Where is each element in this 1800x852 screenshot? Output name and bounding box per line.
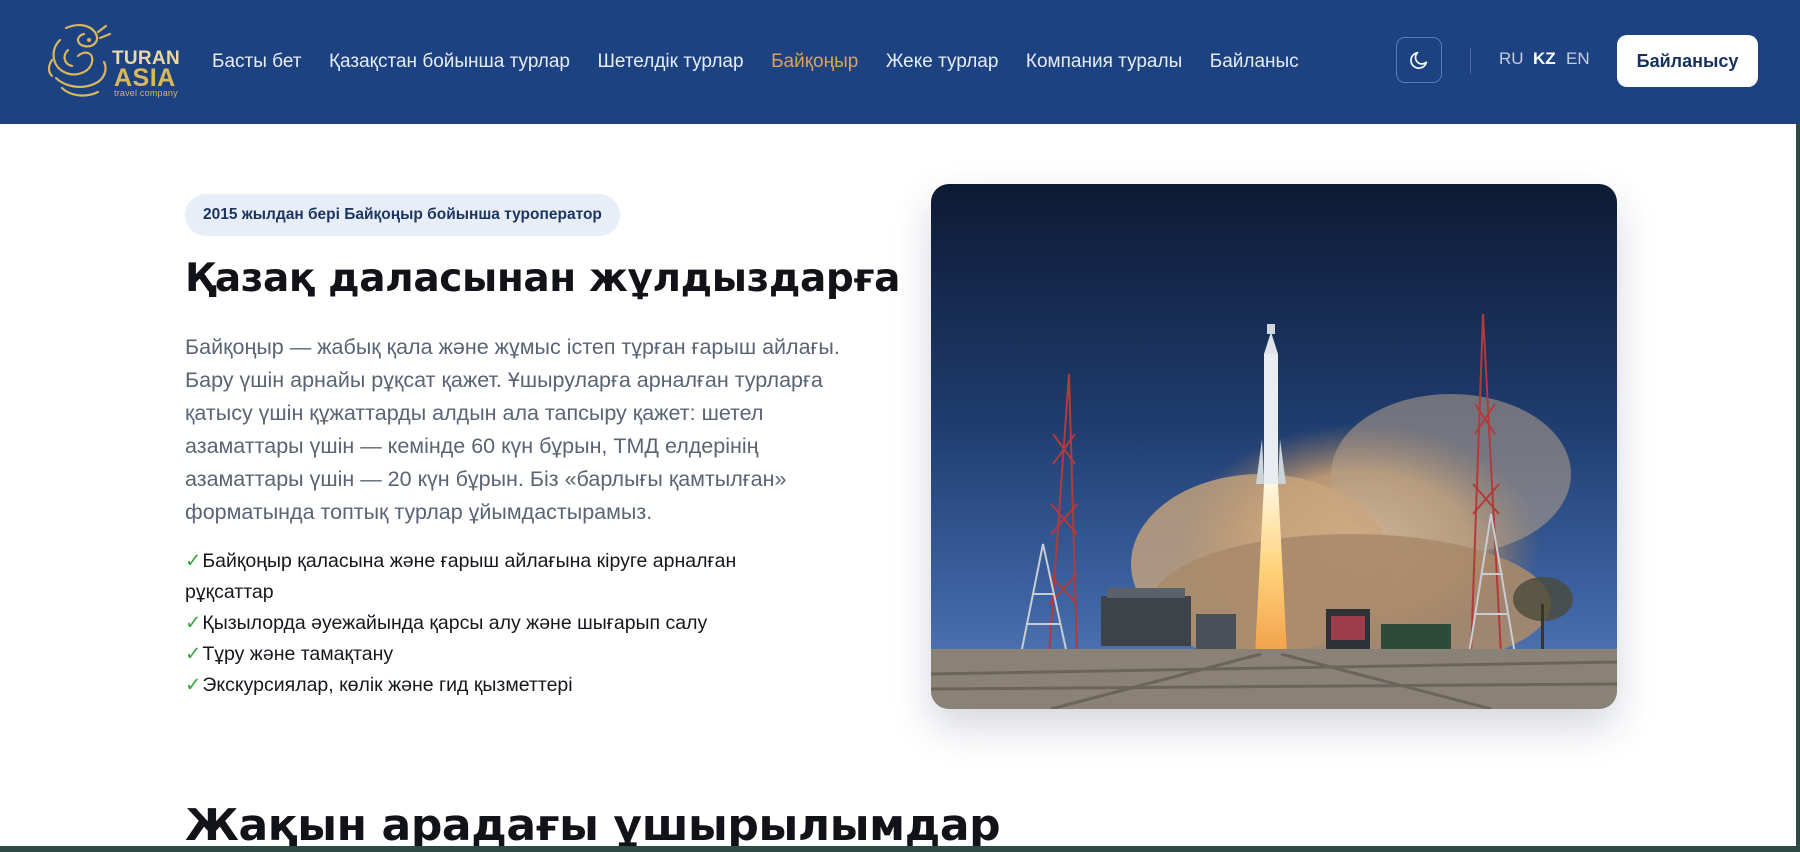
feature-text: Экскурсиялар, көлік және гид қызметтері bbox=[202, 674, 573, 696]
page: TURAN ASIA travel company Басты бет Қаза… bbox=[0, 0, 1800, 852]
theme-toggle-button[interactable] bbox=[1396, 37, 1442, 83]
lang-ru[interactable]: RU bbox=[1499, 49, 1524, 69]
logo[interactable]: TURAN ASIA travel company bbox=[46, 20, 180, 102]
list-item: ✓Қызылорда әуежайында қарсы алу және шығ… bbox=[185, 608, 825, 639]
nav-divider bbox=[1470, 48, 1471, 74]
list-item: ✓Тұру және тамақтану bbox=[185, 639, 825, 670]
feature-text: Тұру және тамақтану bbox=[202, 643, 394, 665]
contact-cta-button[interactable]: Байланысу bbox=[1617, 35, 1758, 87]
lang-kz[interactable]: KZ bbox=[1533, 49, 1556, 69]
window-edge bbox=[0, 846, 1800, 852]
check-icon: ✓ bbox=[185, 550, 202, 572]
feature-text: Қызылорда әуежайында қарсы алу және шыға… bbox=[202, 612, 708, 634]
check-icon: ✓ bbox=[185, 643, 202, 665]
section-title-launches: Жақын арадағы ұшырылымдар bbox=[185, 800, 1001, 851]
lang-en[interactable]: EN bbox=[1566, 49, 1590, 69]
hero-description: Байқоңыр — жабық қала және жұмыс істеп т… bbox=[185, 335, 840, 524]
nav-item-baikonur[interactable]: Байқоңыр bbox=[771, 51, 858, 73]
feature-list: ✓Байқоңыр қаласына және ғарыш айлағына к… bbox=[185, 546, 825, 701]
nav-item-kazakhstan-tours[interactable]: Қазақстан бойынша турлар bbox=[329, 51, 570, 73]
main-nav: Басты бет Қазақстан бойынша турлар Шетел… bbox=[212, 0, 1326, 124]
check-icon: ✓ bbox=[185, 674, 202, 696]
rocket-launch-photo bbox=[931, 184, 1617, 709]
nav-item-about[interactable]: Компания туралы bbox=[1026, 51, 1182, 73]
nav-item-home[interactable]: Басты бет bbox=[212, 51, 301, 73]
list-item: ✓Экскурсиялар, көлік және гид қызметтері bbox=[185, 670, 825, 701]
experience-badge: 2015 жылдан бері Байқоңыр бойынша туропе… bbox=[185, 194, 620, 236]
moon-icon bbox=[1410, 51, 1428, 69]
check-icon: ✓ bbox=[185, 612, 202, 634]
window-edge bbox=[1796, 124, 1800, 852]
nav-item-contacts[interactable]: Байланыс bbox=[1210, 51, 1299, 73]
dragon-emblem-icon bbox=[47, 24, 112, 97]
site-header: TURAN ASIA travel company Басты бет Қаза… bbox=[0, 0, 1800, 124]
nav-item-foreign-tours[interactable]: Шетелдік турлар bbox=[597, 51, 743, 73]
list-item: ✓Байқоңыр қаласына және ғарыш айлағына к… bbox=[185, 546, 825, 608]
page-title: Қазақ даласынан жұлдыздарға bbox=[185, 256, 901, 301]
logo-tagline: travel company bbox=[114, 88, 178, 98]
nav-item-private-tours[interactable]: Жеке турлар bbox=[886, 51, 999, 73]
feature-text: Байқоңыр қаласына және ғарыш айлағына кі… bbox=[185, 550, 737, 603]
